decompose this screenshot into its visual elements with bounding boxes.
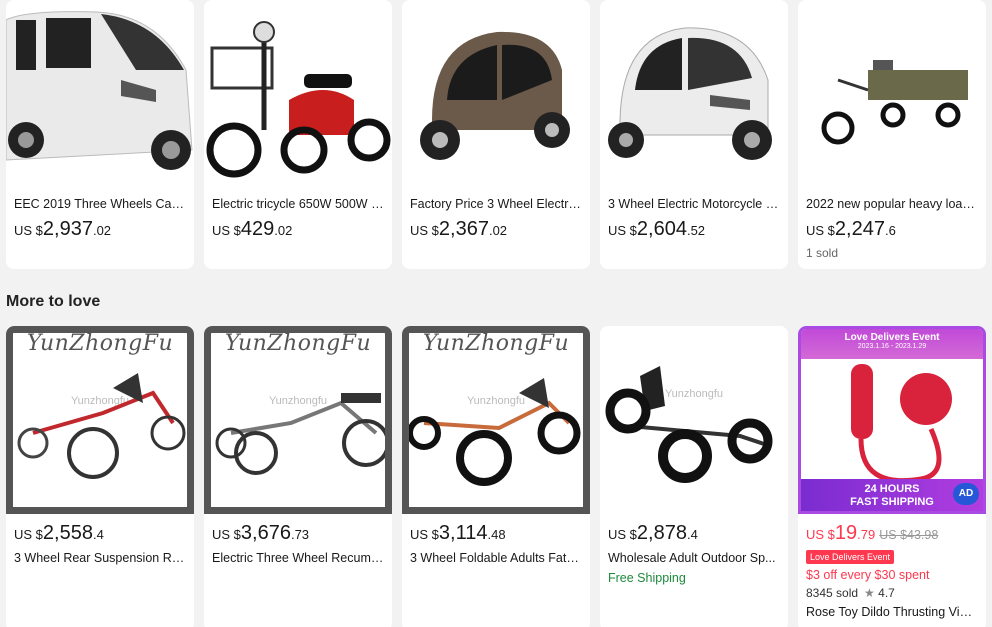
price-integer: 2,247	[834, 218, 885, 240]
price-integer: 2,558	[42, 522, 93, 544]
price-currency: US $	[608, 223, 637, 238]
product-price: US $2,558.4	[14, 522, 186, 546]
product-title[interactable]: 3 Wheel Foldable Adults Fat T...	[410, 550, 582, 566]
original-price: US $43.98	[879, 528, 939, 542]
price-currency: US $	[14, 223, 43, 238]
price-currency: US $	[410, 223, 439, 238]
product-card[interactable]: Electric tricycle 650W 500W 3... US $429…	[204, 0, 392, 269]
price-cents: .52	[686, 223, 706, 238]
product-card[interactable]: EEC 2019 Three Wheels Carg... US $2,937.…	[6, 0, 194, 269]
price-currency: US $	[212, 223, 241, 238]
product-image-fat-tire-trike[interactable]: YunZhongFu Yunzhongfu	[402, 326, 590, 514]
price-cents: .6	[884, 223, 896, 238]
product-card[interactable]: Factory Price 3 Wheel Electric... US $2,…	[402, 0, 590, 269]
product-image-black-quad-trike[interactable]: Yunzhongfu	[600, 326, 788, 514]
price-integer: 3,676	[240, 522, 291, 544]
price-currency: US $	[806, 223, 835, 238]
product-image-gray-recumbent-trike[interactable]: YunZhongFu Yunzhongfu	[204, 326, 392, 514]
price-integer: 2,367	[438, 218, 489, 240]
section-title: More to love	[6, 293, 101, 310]
product-card[interactable]: YunZhongFu Yunzhongfu US $2,558.4 3 Whee…	[6, 326, 194, 627]
price-integer: 2,604	[636, 218, 687, 240]
star-icon: ★	[864, 586, 875, 600]
product-price: US $3,676.73	[212, 522, 384, 546]
price-currency: US $	[14, 527, 43, 542]
product-title[interactable]: 3 Wheel Electric Motorcycle C...	[608, 196, 780, 212]
product-image-bronze-cabin-scooter[interactable]	[402, 0, 590, 188]
product-price: US $2,367.02	[410, 218, 582, 242]
price-currency: US $	[806, 527, 835, 542]
product-title[interactable]: Electric tricycle 650W 500W 3...	[212, 196, 384, 212]
price-currency: US $	[410, 527, 439, 542]
product-image-red-tricycle[interactable]	[204, 0, 392, 188]
product-price: US $429.02	[212, 218, 384, 242]
price-cents: .4	[92, 527, 104, 542]
product-image-white-cabin-motorcycle[interactable]	[600, 0, 788, 188]
price-currency: US $	[212, 527, 241, 542]
product-price: US $2,247.6	[806, 218, 978, 242]
product-image-red-recumbent-trike[interactable]: YunZhongFu Yunzhongfu	[6, 326, 194, 514]
top-product-row: EEC 2019 Three Wheels Carg... US $2,937.…	[6, 0, 986, 269]
product-price: US $2,937.02	[14, 218, 186, 242]
product-card[interactable]: YunZhongFu Yunzhongfu US $3,114.48 3 Whe…	[402, 326, 590, 627]
price-integer: 19	[834, 522, 858, 544]
product-stats: 8345 sold ★ 4.7	[806, 586, 978, 600]
free-shipping-label: Free Shipping	[608, 571, 686, 585]
product-price: US $2,878.4	[608, 522, 780, 546]
price-integer: 3,114	[438, 522, 488, 544]
discount-offer: $3 off every $30 spent	[806, 568, 930, 582]
product-title[interactable]: Rose Toy Dildo Thrusting Vibr...	[806, 604, 978, 620]
price-cents: .48	[487, 527, 506, 542]
price-integer: 2,937	[42, 218, 93, 240]
ad-badge: AD	[953, 483, 979, 505]
rating-value: 4.7	[878, 586, 895, 600]
product-title[interactable]: 3 Wheel Rear Suspension Rec...	[14, 550, 186, 566]
price-cents: .02	[274, 223, 293, 238]
product-image-cargo-tricycle[interactable]	[798, 0, 986, 188]
price-cents: .02	[92, 223, 112, 238]
product-title[interactable]: EEC 2019 Three Wheels Carg...	[14, 196, 186, 212]
product-title[interactable]: Wholesale Adult Outdoor Sp...	[608, 550, 780, 566]
price-cents: .79	[857, 527, 876, 542]
price-integer: 2,878	[636, 522, 687, 544]
product-card[interactable]: Yunzhongfu US $2,878.4 Wholesale Adult O…	[600, 326, 788, 627]
product-title[interactable]: Electric Three Wheel Recumb...	[212, 550, 384, 566]
product-price: US $19.79 US $43.98	[806, 522, 978, 546]
price-currency: US $	[608, 527, 637, 542]
sold-count: 8345 sold	[806, 586, 859, 600]
product-title[interactable]: Factory Price 3 Wheel Electric...	[410, 196, 582, 212]
product-price: US $3,114.48	[410, 522, 582, 546]
price-cents: .02	[488, 223, 508, 238]
product-card[interactable]: 2022 new popular heavy load... US $2,247…	[798, 0, 986, 269]
sold-count: 1 sold	[806, 246, 839, 260]
product-price: US $2,604.52	[608, 218, 780, 242]
price-integer: 429	[240, 218, 275, 240]
product-image-electric-car[interactable]	[6, 0, 194, 188]
price-cents: .4	[686, 527, 698, 542]
product-title[interactable]: 2022 new popular heavy load...	[806, 196, 978, 212]
product-card[interactable]: YunZhongFu Yunzhongfu US $3,676.73 Elect…	[204, 326, 392, 627]
event-badge: Love Delivers Event	[806, 550, 895, 564]
product-card-promoted[interactable]: Love Delivers Event 2023.1.16 - 2023.1.2…	[798, 326, 986, 627]
product-card[interactable]: 3 Wheel Electric Motorcycle C... US $2,6…	[600, 0, 788, 269]
price-cents: .73	[290, 527, 310, 542]
product-image-promo[interactable]: Love Delivers Event 2023.1.16 - 2023.1.2…	[798, 326, 986, 514]
more-to-love-row: YunZhongFu Yunzhongfu US $2,558.4 3 Whee…	[6, 326, 986, 627]
